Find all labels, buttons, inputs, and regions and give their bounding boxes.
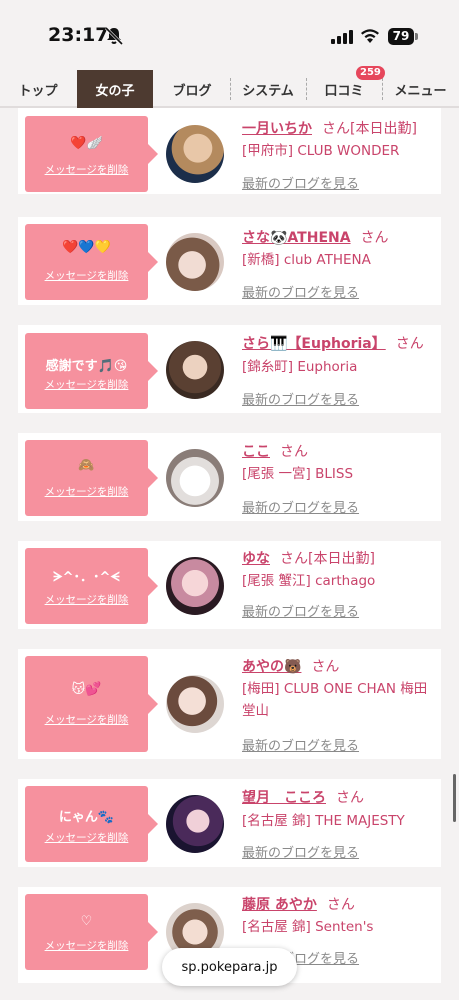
latest-blog-link[interactable]: 最新のブログを見る bbox=[242, 497, 359, 516]
shop-name[interactable]: [甲府市] CLUB WONDER bbox=[242, 140, 438, 162]
message-text: ❤️💙💛 bbox=[62, 240, 111, 255]
top-nav: トップ 女の子 ブログ システム 口コミ メニュー bbox=[0, 70, 459, 108]
avatar[interactable] bbox=[166, 233, 224, 291]
message-bubble: ❤️🪽 メッセージを削除 bbox=[25, 116, 158, 192]
message-text: ♡ bbox=[80, 914, 93, 929]
delete-message-link[interactable]: メッセージを削除 bbox=[25, 830, 148, 845]
list-item: にゃん🐾 メッセージを削除 望月 こころ さん [名古屋 錦] THE MAJES… bbox=[18, 779, 441, 867]
delete-message-link[interactable]: メッセージを削除 bbox=[25, 592, 148, 607]
list-item: 感謝です🎵😘 メッセージを削除 さら🎹【Euphoria】 さん [錦糸町] Eu… bbox=[18, 325, 441, 413]
avatar[interactable] bbox=[166, 557, 224, 615]
message-bubble: ❤️💙💛 メッセージを削除 bbox=[25, 224, 158, 300]
girl-name[interactable]: あやの🐻 bbox=[242, 659, 301, 675]
list-item: 😽💕 メッセージを削除 あやの🐻 さん [梅田] CLUB ONE CHAN 梅田… bbox=[18, 649, 441, 759]
delete-message-link[interactable]: メッセージを削除 bbox=[25, 268, 148, 283]
avatar[interactable] bbox=[166, 341, 224, 399]
cellular-signal-icon bbox=[331, 30, 353, 44]
nav-tab-blog[interactable]: ブログ bbox=[154, 70, 230, 108]
honorific: さん bbox=[395, 336, 424, 352]
latest-blog-link[interactable]: 最新のブログを見る bbox=[242, 735, 359, 754]
list-item: ❤️🪽 メッセージを削除 一月いちか さん[本日出勤] [甲府市] CLUB WO… bbox=[18, 108, 441, 194]
shop-name[interactable]: [尾張 蟹江] carthago bbox=[242, 570, 438, 592]
nav-tab-system[interactable]: システム bbox=[230, 70, 306, 108]
bell-muted-icon bbox=[104, 26, 124, 46]
latest-blog-link[interactable]: 最新のブログを見る bbox=[242, 173, 359, 192]
shop-name[interactable]: [新橋] club ATHENA bbox=[242, 249, 438, 271]
avatar[interactable] bbox=[166, 449, 224, 507]
delete-message-link[interactable]: メッセージを削除 bbox=[25, 162, 148, 177]
battery-level: 79 bbox=[388, 28, 414, 45]
latest-blog-link[interactable]: 最新のブログを見る bbox=[242, 282, 359, 301]
message-bubble: ♡ メッセージを削除 bbox=[25, 894, 158, 970]
honorific: さん bbox=[360, 230, 389, 246]
message-text: ❤️🪽 bbox=[70, 136, 103, 151]
girl-name[interactable]: 一月いちか bbox=[242, 121, 312, 137]
girl-name[interactable]: さら🎹【Euphoria】 bbox=[242, 336, 386, 352]
message-text: 🙈 bbox=[78, 458, 95, 473]
avatar[interactable] bbox=[166, 125, 224, 183]
address-bar[interactable]: sp.pokepara.jp bbox=[162, 948, 297, 986]
honorific: さん bbox=[322, 121, 350, 137]
message-bubble: 感謝です🎵😘 メッセージを削除 bbox=[25, 333, 158, 409]
message-text: 😽💕 bbox=[71, 682, 102, 697]
status-bar: 23:17 79 bbox=[0, 0, 459, 70]
nav-tab-top[interactable]: トップ bbox=[0, 70, 76, 108]
nav-tab-girls[interactable]: 女の子 bbox=[77, 70, 153, 108]
shop-name[interactable]: [尾張 一宮] BLISS bbox=[242, 463, 438, 485]
message-text: にゃん🐾 bbox=[58, 810, 115, 825]
wifi-icon bbox=[361, 29, 379, 43]
girl-name[interactable]: 望月 こころ bbox=[242, 790, 326, 806]
avatar[interactable] bbox=[166, 675, 224, 733]
girl-name[interactable]: ゆな bbox=[242, 551, 270, 567]
list-item: 🙈 メッセージを削除 ここ さん [尾張 一宮] BLISS 最新のブログを見る bbox=[18, 433, 441, 521]
delete-message-link[interactable]: メッセージを削除 bbox=[25, 484, 148, 499]
girl-name[interactable]: さな🐼ATHENA bbox=[242, 230, 351, 246]
latest-blog-link[interactable]: 最新のブログを見る bbox=[242, 601, 359, 620]
shop-name[interactable]: [錦糸町] Euphoria bbox=[242, 356, 438, 378]
delete-message-link[interactable]: メッセージを削除 bbox=[25, 938, 148, 953]
message-bubble: ᗒ^･．･^ᗕ メッセージを削除 bbox=[25, 548, 158, 624]
shop-name[interactable]: [名古屋 錦] THE MAJESTY bbox=[242, 810, 438, 832]
honorific: さん bbox=[280, 551, 308, 567]
message-text: 感謝です🎵😘 bbox=[45, 359, 128, 374]
message-bubble: 😽💕 メッセージを削除 bbox=[25, 656, 158, 752]
list-item: ❤️💙💛 メッセージを削除 さな🐼ATHENA さん [新橋] club ATHE… bbox=[18, 217, 441, 305]
honorific: さん bbox=[280, 444, 308, 460]
message-text: ᗒ^･．･^ᗕ bbox=[53, 570, 120, 585]
shop-name[interactable]: [梅田] CLUB ONE CHAN 梅田堂山 bbox=[242, 678, 438, 722]
honorific: さん bbox=[311, 659, 340, 675]
delete-message-link[interactable]: メッセージを削除 bbox=[25, 377, 148, 392]
girl-name[interactable]: 藤原 あやか bbox=[242, 897, 317, 913]
clock: 23:17 bbox=[48, 24, 109, 46]
shop-name[interactable]: [名古屋 錦] Senten's bbox=[242, 916, 438, 938]
battery-icon: 79 bbox=[388, 28, 418, 45]
message-bubble: にゃん🐾 メッセージを削除 bbox=[25, 786, 158, 862]
girl-name[interactable]: ここ bbox=[242, 444, 270, 460]
attendance-status: [本日出勤] bbox=[350, 121, 417, 137]
reviews-count-badge: 259 bbox=[356, 66, 385, 80]
attendance-status: [本日出勤] bbox=[308, 551, 375, 567]
latest-blog-link[interactable]: 最新のブログを見る bbox=[242, 842, 359, 861]
latest-blog-link[interactable]: 最新のブログを見る bbox=[242, 389, 359, 408]
honorific: さん bbox=[326, 897, 355, 913]
scrollbar[interactable] bbox=[453, 774, 456, 822]
nav-tab-menu[interactable]: メニュー bbox=[382, 70, 459, 108]
avatar[interactable] bbox=[166, 795, 224, 853]
delete-message-link[interactable]: メッセージを削除 bbox=[25, 712, 148, 727]
list-item: ᗒ^･．･^ᗕ メッセージを削除 ゆな さん[本日出勤] [尾張 蟹江] cart… bbox=[18, 541, 441, 629]
message-bubble: 🙈 メッセージを削除 bbox=[25, 440, 158, 516]
honorific: さん bbox=[336, 790, 364, 806]
